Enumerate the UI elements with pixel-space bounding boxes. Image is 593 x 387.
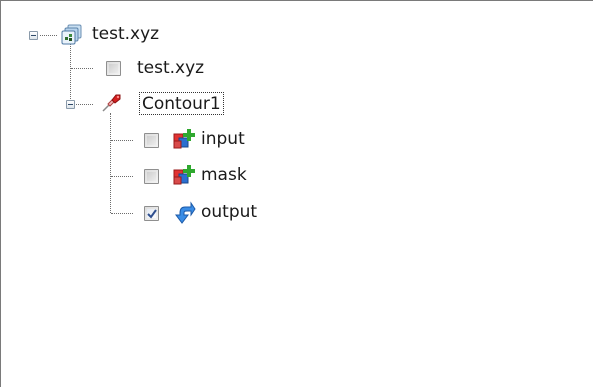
tree-node-label: test.xyz (92, 24, 160, 44)
tree-connector (76, 104, 93, 105)
collapse-toggle[interactable] (66, 100, 75, 109)
tree-connector (40, 35, 57, 36)
add-input-icon (173, 129, 195, 149)
tree-node-label: output (201, 202, 258, 222)
dataset-icon (61, 24, 82, 45)
tree-node-label: test.xyz (137, 58, 205, 78)
tree-panel: test.xyz test.xyz Contour1 input mask ou… (0, 0, 593, 387)
tree-connector (111, 140, 133, 141)
visibility-checkbox[interactable] (106, 61, 121, 76)
tree-node-label: mask (201, 165, 247, 185)
tree-connector (71, 68, 93, 69)
visibility-checkbox[interactable] (144, 206, 159, 221)
visibility-checkbox[interactable] (144, 169, 159, 184)
tree-connector (111, 176, 133, 177)
tree-connector (110, 113, 111, 213)
tree-node-label: Contour1 (139, 92, 224, 115)
checkmark-icon (147, 209, 157, 219)
output-arrow-icon (175, 201, 196, 224)
add-input-icon (173, 165, 195, 185)
pipette-icon (102, 94, 121, 112)
tree-node-label: input (201, 129, 245, 149)
tree-connector (111, 213, 133, 214)
collapse-toggle[interactable] (29, 31, 38, 40)
pipeline-tree: test.xyz test.xyz Contour1 input mask ou… (1, 1, 593, 387)
tree-connector (70, 41, 71, 105)
visibility-checkbox[interactable] (144, 133, 159, 148)
